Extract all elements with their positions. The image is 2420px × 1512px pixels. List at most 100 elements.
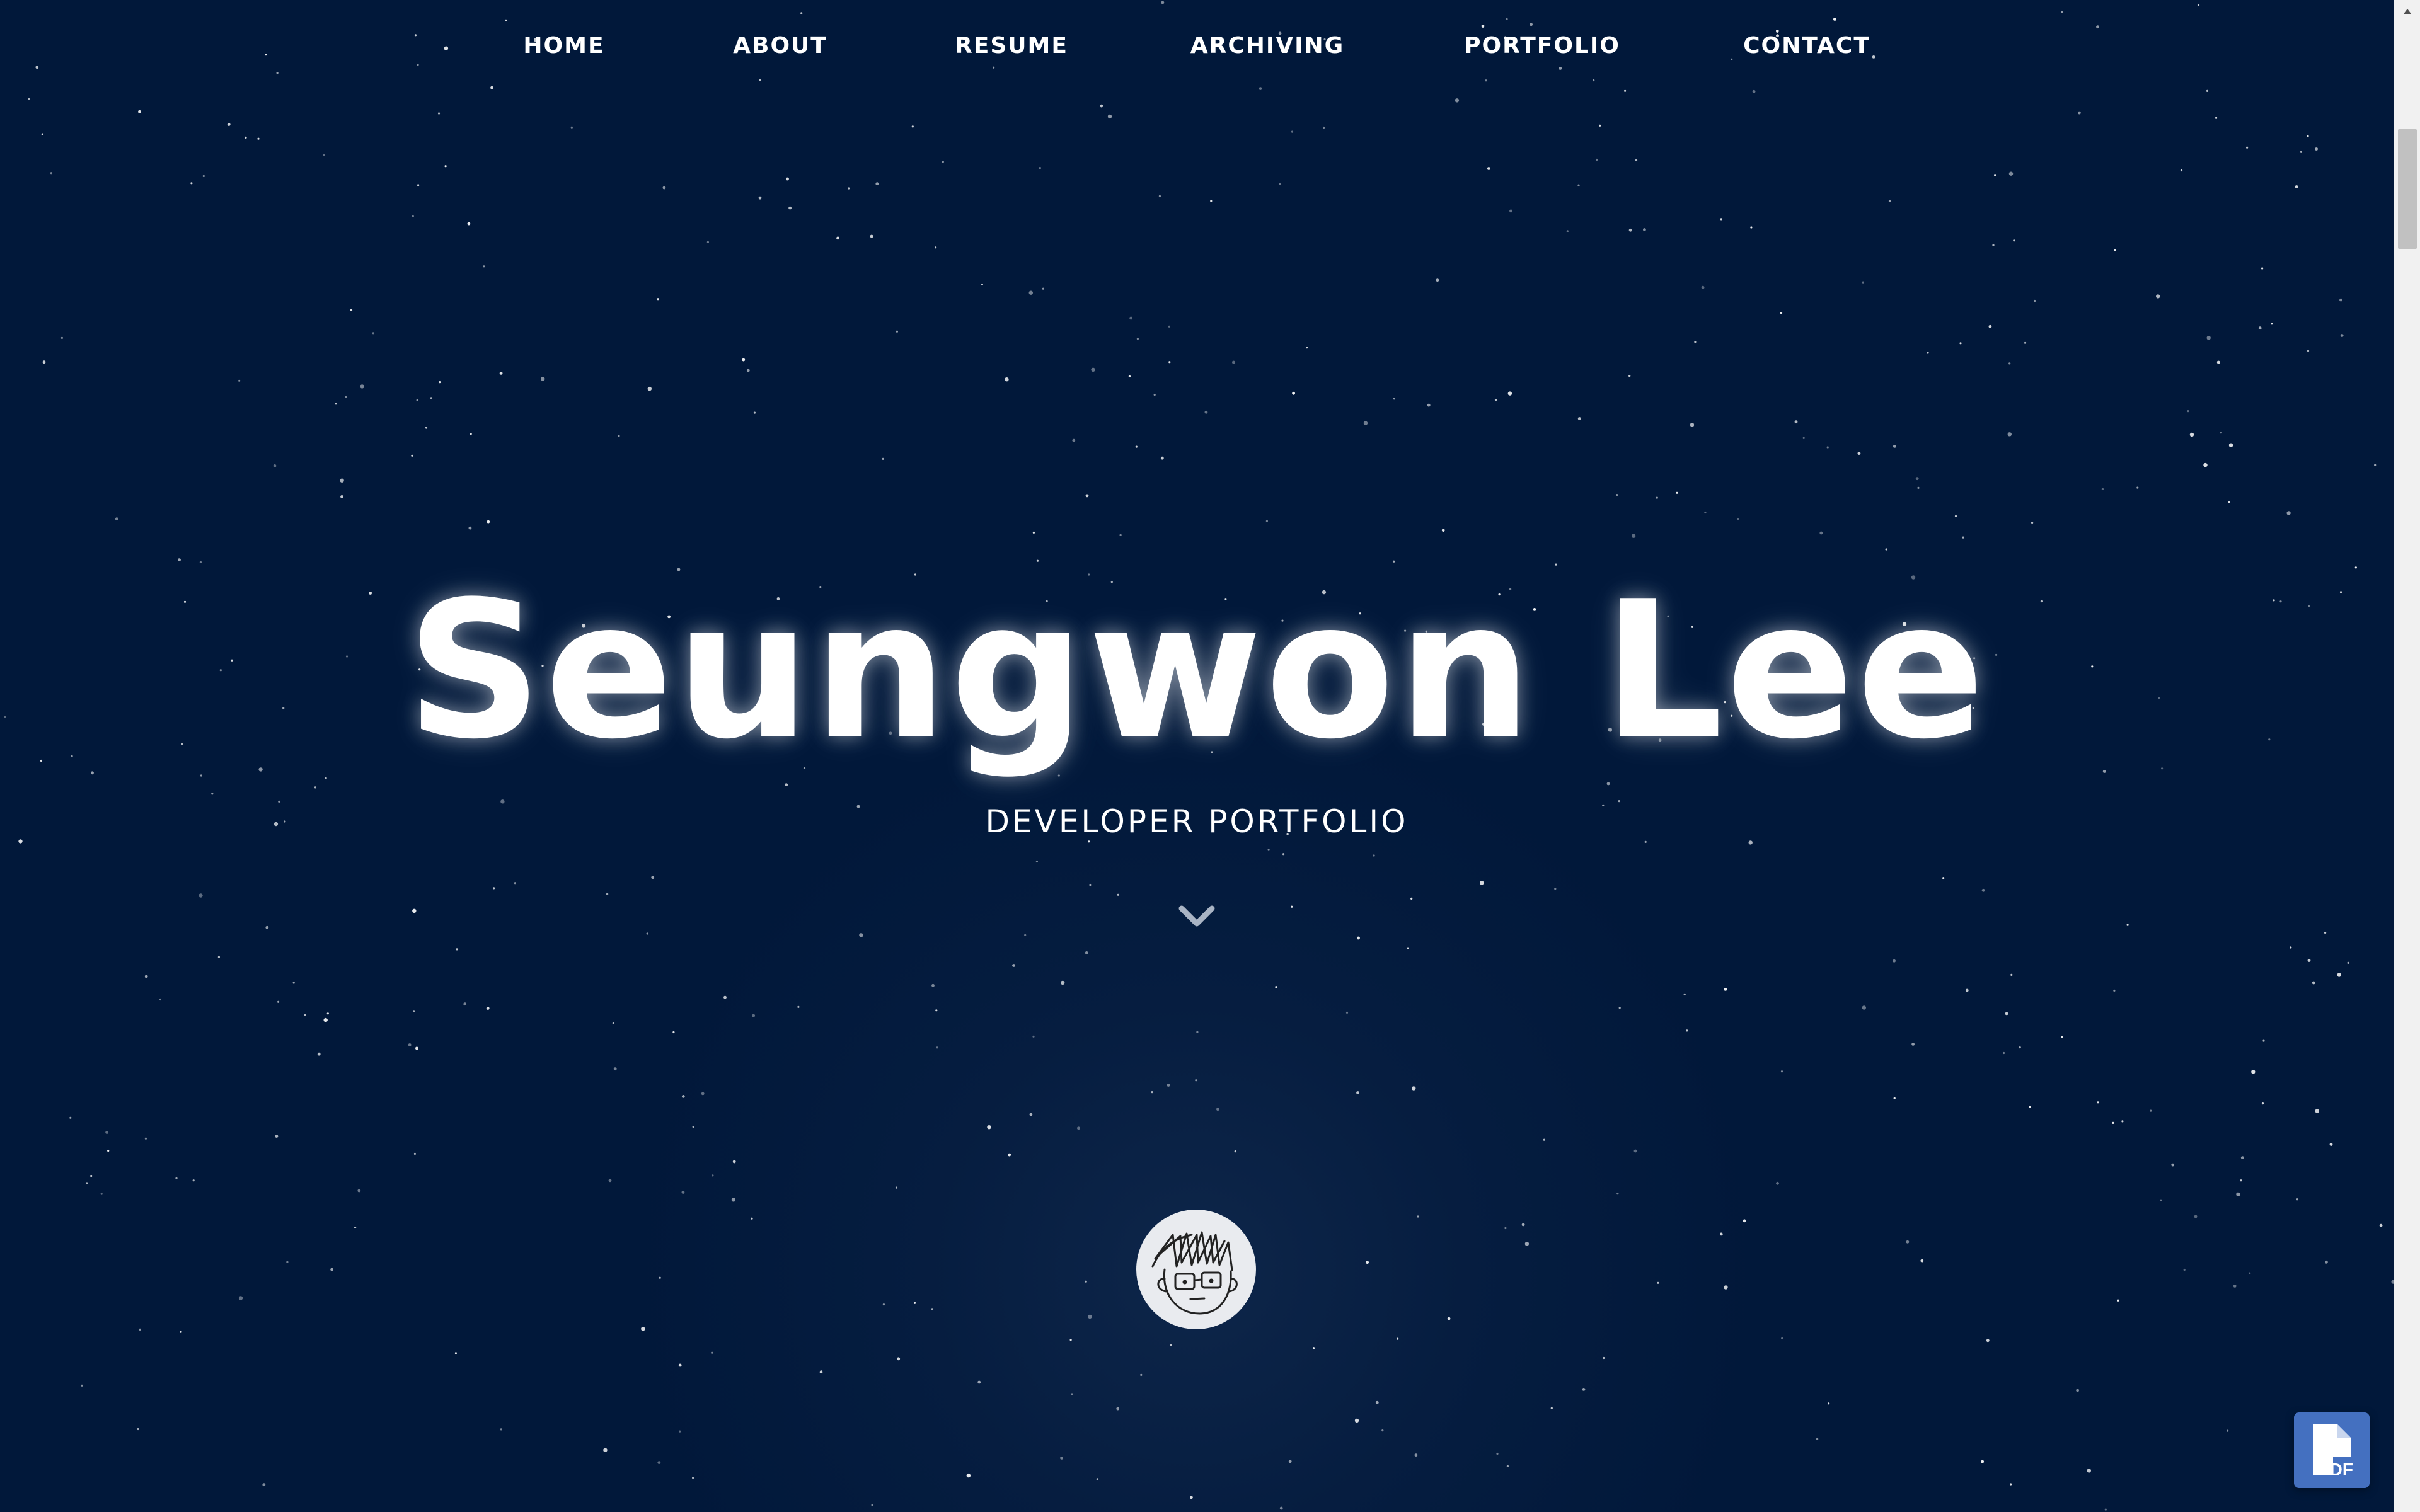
- star: [895, 1186, 898, 1189]
- nav-item-contact[interactable]: CONTACT: [1743, 33, 1870, 59]
- star: [1407, 947, 1409, 949]
- star: [1069, 1339, 1072, 1341]
- star: [1088, 1314, 1092, 1319]
- star: [1366, 1261, 1369, 1264]
- star: [1357, 936, 1360, 940]
- star: [2307, 350, 2310, 352]
- star: [1480, 881, 1484, 885]
- star: [758, 196, 762, 200]
- star: [50, 172, 52, 175]
- star: [238, 379, 241, 382]
- star: [2187, 410, 2189, 413]
- star: [882, 457, 884, 461]
- nav-item-resume[interactable]: RESUME: [955, 33, 1068, 59]
- star: [487, 520, 490, 524]
- scrollbar-thumb[interactable]: [2398, 129, 2417, 249]
- star: [2240, 1179, 2242, 1182]
- star: [514, 882, 517, 885]
- star: [1397, 1337, 1399, 1340]
- star: [1275, 986, 1277, 988]
- star: [848, 187, 850, 190]
- star: [2228, 501, 2230, 503]
- star: [277, 1000, 280, 1003]
- star: [931, 1308, 933, 1310]
- vertical-scrollbar[interactable]: [2394, 0, 2420, 1512]
- star: [2374, 464, 2377, 466]
- star: [2233, 1285, 2237, 1288]
- star: [2121, 1120, 2124, 1123]
- star: [870, 234, 873, 238]
- pdf-label: PDF: [2318, 1460, 2353, 1479]
- star: [613, 1067, 617, 1071]
- star: [701, 1092, 705, 1096]
- nav-item-portfolio[interactable]: PORTFOLIO: [1464, 33, 1620, 59]
- star: [1554, 888, 1557, 890]
- star: [1414, 1453, 1418, 1457]
- star: [1724, 1285, 1728, 1290]
- star: [681, 1095, 685, 1098]
- star: [1455, 98, 1460, 103]
- star: [1628, 228, 1632, 232]
- star: [286, 1261, 289, 1263]
- star: [672, 1031, 675, 1034]
- scroll-down-button[interactable]: [1178, 901, 1216, 932]
- pdf-download-button[interactable]: PDF: [2294, 1412, 2370, 1488]
- star: [1507, 391, 1512, 396]
- star: [1088, 840, 1090, 843]
- star: [612, 1022, 615, 1024]
- star: [797, 1005, 800, 1008]
- star: [2078, 111, 2081, 115]
- star: [1029, 1113, 1033, 1116]
- page-viewport: HOME ABOUT RESUME ARCHIVING PORTFOLIO CO…: [0, 0, 2394, 1512]
- star: [175, 1177, 178, 1179]
- star: [2076, 1389, 2080, 1392]
- star: [354, 1226, 357, 1229]
- scroll-up-arrow-icon[interactable]: [2394, 0, 2420, 23]
- star: [1828, 1402, 1830, 1405]
- star: [1994, 174, 1997, 176]
- star: [2286, 511, 2291, 515]
- star: [468, 526, 472, 530]
- star: [340, 478, 344, 483]
- star: [2150, 1109, 2152, 1112]
- star: [2114, 249, 2116, 251]
- star: [911, 125, 914, 128]
- star: [412, 215, 414, 217]
- avatar[interactable]: [1136, 1210, 1256, 1329]
- star: [1292, 391, 1296, 395]
- star: [1543, 1138, 1545, 1141]
- star: [2262, 1040, 2265, 1042]
- star: [137, 1428, 139, 1431]
- star: [1618, 800, 1620, 803]
- star: [1089, 883, 1092, 886]
- star: [211, 793, 214, 795]
- star: [345, 396, 347, 399]
- star: [608, 1179, 612, 1183]
- star: [2160, 1199, 2162, 1201]
- star: [437, 112, 441, 115]
- star: [159, 998, 161, 1001]
- star: [1232, 360, 1235, 364]
- star: [1618, 1007, 1621, 1009]
- star: [1965, 988, 1969, 992]
- star: [1794, 420, 1798, 424]
- star: [1005, 377, 1009, 382]
- star: [273, 464, 277, 467]
- star: [262, 1483, 266, 1487]
- star: [1077, 1126, 1080, 1130]
- nav-item-archiving[interactable]: ARCHIVING: [1190, 33, 1344, 59]
- star: [2019, 1046, 2021, 1049]
- star: [706, 241, 709, 243]
- star: [1616, 1193, 1619, 1195]
- star: [467, 222, 471, 226]
- nav-item-home[interactable]: HOME: [523, 33, 604, 59]
- star: [1267, 849, 1270, 851]
- star: [1129, 316, 1132, 320]
- star: [2240, 1156, 2244, 1159]
- nav-item-about[interactable]: ABOUT: [733, 33, 827, 59]
- chevron-down-icon: [1178, 905, 1215, 927]
- star: [2112, 1121, 2114, 1124]
- star: [2013, 239, 2015, 242]
- star: [1690, 423, 1695, 427]
- star: [180, 1331, 182, 1333]
